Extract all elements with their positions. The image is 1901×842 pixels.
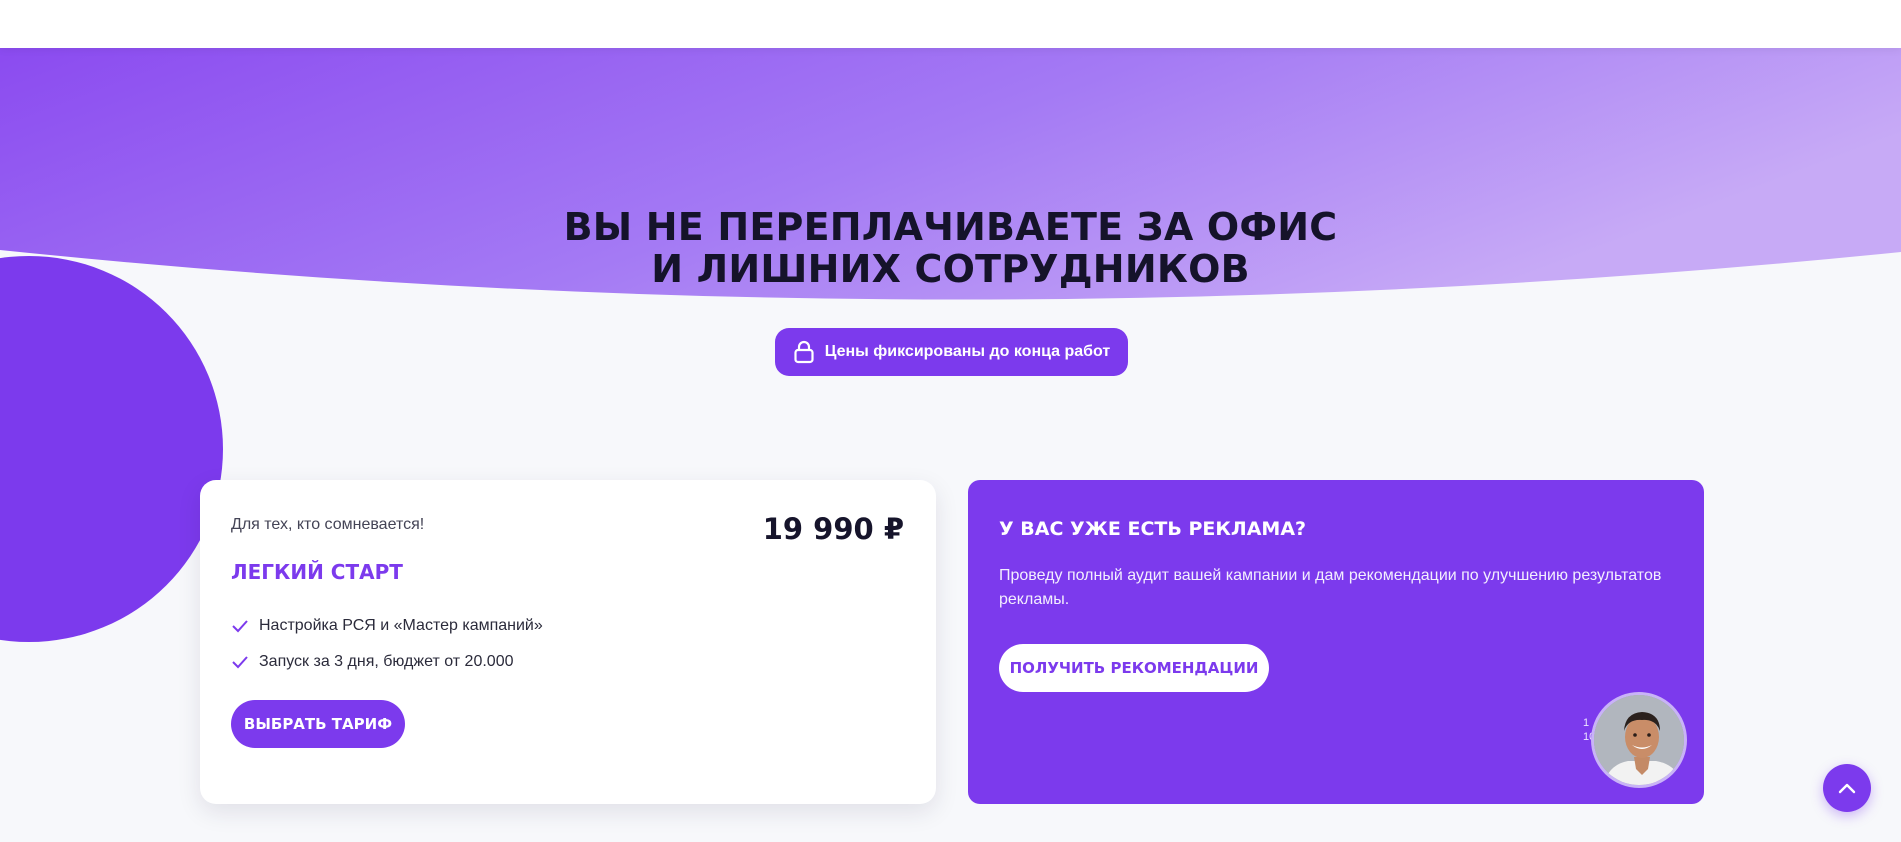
audit-description: Проведу полный аудит вашей кампании и да… (999, 567, 1662, 608)
decorative-circle-left (0, 256, 223, 642)
plan-card-light-start: Для тех, кто сомневается! 19 990 ₽ ЛЕГКИ… (200, 480, 936, 804)
plan-feature-list: Настройка РСЯ и «Мастер кампаний» Запуск… (231, 608, 543, 680)
section-title: ВЫ НЕ ПЕРЕПЛАЧИВАЕТЕ ЗА ОФИС И ЛИШНИХ СО… (0, 206, 1901, 290)
plan-name: ЛЕГКИЙ СТАРТ (231, 560, 403, 584)
check-icon (231, 655, 249, 669)
page: ВЫ НЕ ПЕРЕПЛАЧИВАЕТЕ ЗА ОФИС И ЛИШНИХ СО… (0, 0, 1901, 842)
section-title-line-2: И ЛИШНИХ СОТРУДНИКОВ (651, 247, 1250, 291)
section-title-line-1: ВЫ НЕ ПЕРЕПЛАЧИВАЕТЕ ЗА ОФИС (563, 205, 1338, 249)
consultant-avatar[interactable] (1591, 692, 1687, 788)
plan-feature-item: Настройка РСЯ и «Мастер кампаний» (231, 608, 543, 644)
plan-price: 19 990 ₽ (762, 512, 904, 546)
chevron-up-icon (1838, 783, 1856, 794)
choose-plan-button[interactable]: ВЫБРАТЬ ТАРИФ (231, 700, 405, 748)
check-icon (231, 619, 249, 633)
lock-icon (793, 340, 815, 364)
plan-feature-text: Настройка РСЯ и «Мастер кампаний» (259, 617, 543, 634)
fixed-prices-label: Цены фиксированы до конца работ (824, 343, 1111, 360)
audit-heading: У ВАС УЖЕ ЕСТЬ РЕКЛАМА? (999, 518, 1307, 540)
scroll-to-top-button[interactable] (1823, 764, 1871, 812)
header-bar (0, 0, 1901, 48)
plan-feature-item: Запуск за 3 дня, бюджет от 20.000 (231, 644, 543, 680)
plan-subtitle: Для тех, кто сомневается! (231, 516, 425, 533)
plan-feature-text: Запуск за 3 дня, бюджет от 20.000 (259, 653, 514, 670)
get-recommendations-button[interactable]: ПОЛУЧИТЬ РЕКОМЕНДАЦИИ (999, 644, 1269, 692)
fixed-prices-badge: Цены фиксированы до конца работ (775, 328, 1128, 376)
